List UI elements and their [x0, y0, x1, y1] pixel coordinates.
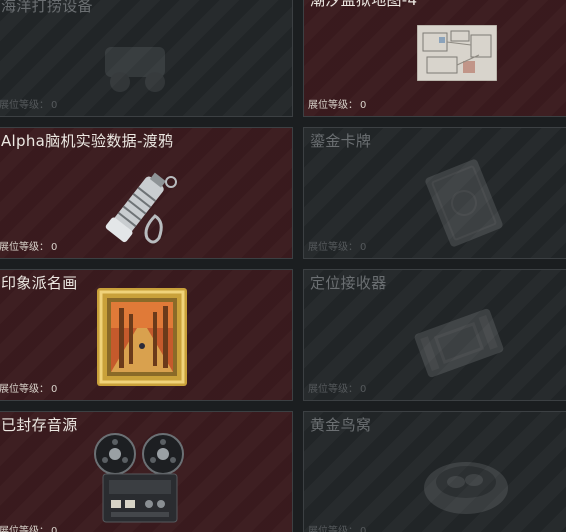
card-level: 展位等级： 0 [308, 522, 366, 532]
level-value: 0 [51, 526, 58, 532]
painting-icon [97, 288, 187, 386]
nest-icon [424, 462, 508, 514]
receiver-icon [414, 308, 504, 378]
collection-card-impressionist-painting[interactable]: 印象派名画 展位等级： 0 [0, 269, 293, 401]
level-value: 0 [360, 526, 367, 532]
flashlight-icon [105, 172, 177, 244]
card-level: 展位等级： 0 [0, 522, 57, 532]
map-icon [417, 25, 497, 81]
level-label: 展位等级： [0, 384, 49, 395]
level-label: 展位等级： [0, 100, 49, 111]
level-value: 0 [360, 242, 367, 253]
tape-recorder-icon [94, 433, 184, 523]
card-level: 展位等级： 0 [308, 96, 366, 111]
collection-card-sealed-audio-source[interactable]: 已封存音源 展位等级： 0 [0, 411, 293, 532]
card-title: 鎏金卡牌 [310, 132, 372, 150]
card-level: 展位等级： 0 [0, 238, 57, 253]
gilded-card-icon [425, 159, 503, 247]
level-label: 展位等级： [0, 242, 49, 253]
card-title: 定位接收器 [310, 274, 387, 292]
collection-card-tide-prison-map[interactable]: 潮汐监狱地图-4 展位等级： 0 [303, 0, 566, 117]
level-value: 0 [360, 384, 367, 395]
level-label: 展位等级： [308, 100, 358, 111]
level-label: 展位等级： [308, 242, 358, 253]
collection-card-location-receiver[interactable]: 定位接收器 展位等级： 0 [303, 269, 566, 401]
card-title: Alpha脑机实验数据-渡鸦 [1, 132, 174, 150]
level-label: 展位等级： [0, 526, 49, 532]
collection-card-alpha-brain-data[interactable]: Alpha脑机实验数据-渡鸦 展位等级： 0 [0, 127, 293, 259]
card-level: 展位等级： 0 [308, 380, 366, 395]
collection-card-salvage-gear[interactable]: 海洋打捞设备 展位等级： 0 [0, 0, 293, 117]
collection-card-golden-nest[interactable]: 黄金鸟窝 展位等级： 0 [303, 411, 566, 532]
card-title: 海洋打捞设备 [1, 0, 93, 15]
level-value: 0 [51, 100, 58, 111]
level-label: 展位等级： [308, 526, 358, 532]
collection-grid: 海洋打捞设备 展位等级： 0 潮汐监狱地图-4 展位等级： 0 Alpha脑机实… [0, 0, 566, 532]
level-label: 展位等级： [308, 384, 358, 395]
level-value: 0 [51, 242, 58, 253]
card-level: 展位等级： 0 [308, 238, 366, 253]
level-value: 0 [51, 384, 58, 395]
card-level: 展位等级： 0 [0, 96, 57, 111]
collection-card-gilded-card[interactable]: 鎏金卡牌 展位等级： 0 [303, 127, 566, 259]
card-title: 潮汐监狱地图-4 [310, 0, 418, 9]
card-title: 印象派名画 [1, 274, 78, 292]
level-value: 0 [360, 100, 367, 111]
salvage-gear-icon [105, 47, 165, 92]
card-title: 黄金鸟窝 [310, 416, 372, 434]
card-title: 已封存音源 [1, 416, 78, 434]
card-level: 展位等级： 0 [0, 380, 57, 395]
